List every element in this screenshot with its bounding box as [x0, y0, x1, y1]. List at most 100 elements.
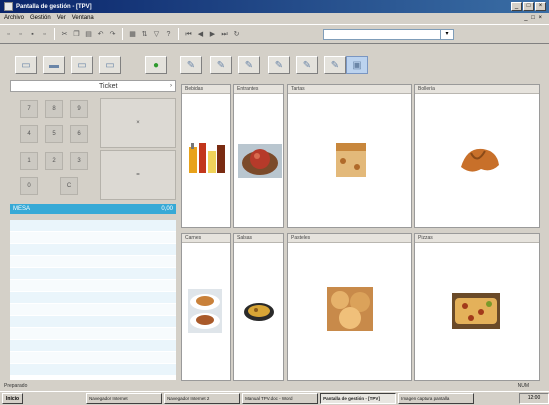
menu-view[interactable]: Ver	[57, 15, 66, 21]
printer-button[interactable]: ▬	[43, 56, 65, 74]
order-title: MESA	[13, 206, 31, 212]
filter-icon[interactable]: ▽	[152, 30, 161, 39]
keypad-key-7[interactable]: 7	[20, 100, 38, 118]
order-row[interactable]	[10, 304, 176, 316]
category-tile[interactable]: Pasteles	[287, 233, 412, 381]
combo-dropdown-icon[interactable]: ▾	[440, 29, 454, 40]
keypad-key-0[interactable]: 0	[20, 177, 38, 195]
order-row[interactable]	[10, 256, 176, 268]
chevron-right-icon[interactable]: ›	[170, 83, 172, 89]
tool2-button[interactable]: ✎	[210, 56, 232, 74]
menu-window[interactable]: Ventana	[72, 15, 94, 21]
cut-icon[interactable]: ✂	[60, 30, 69, 39]
order-row[interactable]	[10, 340, 176, 352]
keyboard-button[interactable]: ▭	[71, 56, 93, 74]
window-title: Pantalla de gestión - [TPV]	[16, 3, 92, 10]
undo-icon[interactable]: ↶	[96, 30, 105, 39]
keyboard-icon: ▭	[77, 59, 87, 71]
nav-next-icon[interactable]: ▶	[208, 30, 217, 39]
tool7-button[interactable]: ▣	[346, 56, 368, 74]
copy-icon[interactable]: ❐	[72, 30, 81, 39]
menu-gestion[interactable]: Gestión	[30, 15, 51, 21]
start-button[interactable]: Inicio	[2, 393, 24, 404]
system-tray-clock[interactable]: 12:00	[519, 393, 549, 404]
order-row[interactable]	[10, 280, 176, 292]
help-icon[interactable]: ?	[164, 30, 173, 39]
keypad-key-9[interactable]: 9	[70, 100, 88, 118]
menu-bar: Archivo Gestión Ver Ventana _ □ ×	[0, 13, 549, 23]
maximize-button[interactable]: □	[523, 2, 534, 11]
tool5-button[interactable]: ✎	[296, 56, 318, 74]
category-label: Pizzas	[415, 234, 539, 243]
search-combo[interactable]	[323, 29, 443, 40]
sort-icon[interactable]: ⇅	[140, 30, 149, 39]
order-row[interactable]	[10, 220, 176, 232]
keypad-key-1[interactable]: 1	[20, 152, 38, 170]
order-row[interactable]	[10, 364, 176, 376]
toolbar-separator	[122, 28, 123, 40]
order-row[interactable]	[10, 232, 176, 244]
taskbar-task[interactable]: Manual TPV.doc - Word	[242, 393, 319, 404]
category-tile[interactable]: Salsas	[233, 233, 284, 381]
monitor-button[interactable]: ▭	[15, 56, 37, 74]
toolbar: ▫ ▫ ▪ ▫ ✂ ❐ ▤ ↶ ↷ ▦ ⇅ ▽? ⏮ ◀ ▶ ⏭ ↻ ▾	[0, 24, 549, 44]
category-tile[interactable]: Bollería	[414, 84, 540, 228]
ticket-selector[interactable]: Ticket ›	[10, 80, 176, 92]
order-row[interactable]	[10, 292, 176, 304]
keypad-key-8[interactable]: 8	[45, 100, 63, 118]
paste-icon[interactable]: ▤	[84, 30, 93, 39]
keypad-key-C[interactable]: C	[60, 177, 78, 195]
close-button[interactable]: ×	[535, 2, 546, 11]
keypad-key-6[interactable]: 6	[70, 125, 88, 143]
keypad-key-3[interactable]: 3	[70, 152, 88, 170]
title-bar: Pantalla de gestión - [TPV] _ □ ×	[0, 0, 549, 13]
open-icon[interactable]: ▫	[16, 30, 25, 39]
category-label: Tartas	[288, 85, 411, 94]
enter-key[interactable]: =	[100, 150, 176, 200]
nav-last-icon[interactable]: ⏭	[220, 30, 229, 39]
tool3-button[interactable]: ✎	[238, 56, 260, 74]
keypad-key-5[interactable]: 5	[45, 125, 63, 143]
minimize-button[interactable]: _	[511, 2, 522, 11]
taskbar-task[interactable]: Navegador Internet 2	[164, 393, 241, 404]
cash-button[interactable]: ●	[145, 56, 167, 74]
taskbar-task[interactable]: Navegador Internet	[86, 393, 163, 404]
nav-prev-icon[interactable]: ◀	[196, 30, 205, 39]
pizza-icon	[451, 292, 501, 332]
category-tile[interactable]: Entrantes	[233, 84, 284, 228]
order-row[interactable]	[10, 268, 176, 280]
order-row[interactable]	[10, 316, 176, 328]
save-icon[interactable]: ▪	[28, 30, 37, 39]
category-tile[interactable]: Tartas	[287, 84, 412, 228]
refresh-icon[interactable]: ↻	[232, 30, 241, 39]
grid-icon[interactable]: ▦	[128, 30, 137, 39]
category-tile[interactable]: Pizzas	[414, 233, 540, 381]
display-button[interactable]: ▭	[99, 56, 121, 74]
tool4-button[interactable]: ✎	[268, 56, 290, 74]
print-icon[interactable]: ▫	[40, 30, 49, 39]
order-row[interactable]	[10, 244, 176, 256]
order-row[interactable]	[10, 352, 176, 364]
order-list[interactable]	[10, 220, 176, 380]
multiply-key[interactable]: ×	[100, 98, 176, 148]
mdi-controls[interactable]: _ □ ×	[524, 15, 543, 21]
drinks-icon	[187, 137, 227, 179]
keypad-key-2[interactable]: 2	[45, 152, 63, 170]
tool1-button[interactable]: ✎	[180, 56, 202, 74]
order-row[interactable]	[10, 328, 176, 340]
keypad-key-4[interactable]: 4	[20, 125, 38, 143]
taskbar-task[interactable]: Pantalla de gestión - [TPV]	[320, 393, 397, 404]
order-header: MESA 0,00	[10, 204, 176, 214]
category-tile[interactable]: Bebidas	[181, 84, 231, 228]
monitor-icon: ▭	[21, 59, 31, 71]
category-label: Bollería	[415, 85, 539, 94]
tool6-button[interactable]: ✎	[324, 56, 346, 74]
menu-file[interactable]: Archivo	[4, 15, 24, 21]
nav-first-icon[interactable]: ⏮	[184, 30, 193, 39]
taskbar: Inicio Navegador Internet Navegador Inter…	[0, 391, 549, 405]
taskbar-task[interactable]: Imagen captura pantalla	[398, 393, 475, 404]
redo-icon[interactable]: ↷	[108, 30, 117, 39]
new-icon[interactable]: ▫	[4, 30, 13, 39]
category-tile[interactable]: Carnes	[181, 233, 231, 381]
cake-icon	[333, 137, 369, 185]
